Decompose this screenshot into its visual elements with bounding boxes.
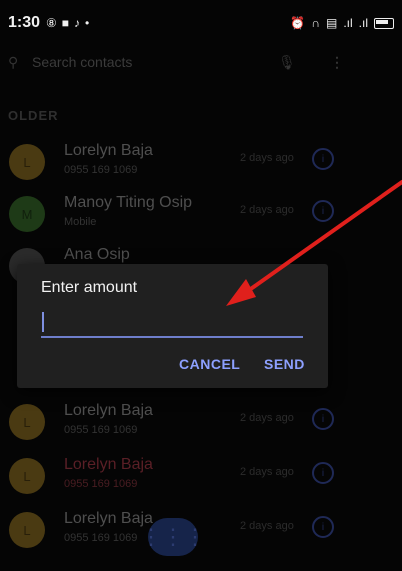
amount-input[interactable] bbox=[41, 308, 303, 338]
avatar: L bbox=[9, 404, 45, 440]
section-header: OLDER bbox=[8, 108, 59, 123]
info-icon[interactable]: i bbox=[312, 462, 334, 484]
search-icon: ⚲ bbox=[8, 53, 19, 70]
contact-name: Lorelyn Baja bbox=[64, 402, 153, 419]
list-item[interactable]: M Manoy Titing Osip Mobile 2 days ago i bbox=[0, 190, 402, 242]
avatar: M bbox=[9, 196, 45, 232]
search-bar[interactable]: ⚲ Search contacts 🎙 ⋮ bbox=[8, 46, 346, 78]
avatar: L bbox=[9, 512, 45, 548]
tiktok-icon: ♪ bbox=[74, 16, 81, 30]
contact-name: Manoy Titing Osip bbox=[64, 194, 193, 211]
facebook-icon: ■ bbox=[61, 16, 70, 30]
signal-icon: .ıl bbox=[343, 16, 353, 30]
signal-icon-2: .ıl bbox=[358, 16, 368, 30]
dialog-title: Enter amount bbox=[41, 279, 138, 296]
contact-number: 0955 169 1069 bbox=[64, 424, 138, 436]
notification-badge-icon: ⑧ bbox=[46, 16, 57, 30]
text-cursor bbox=[42, 312, 44, 332]
status-system-icons: ⏰ ∩ ▤ .ıl .ıl bbox=[290, 16, 394, 30]
status-bar: 1:30 ⑧ ■ ♪ • ⏰ ∩ ▤ .ıl .ıl bbox=[0, 0, 402, 46]
send-button[interactable]: SEND bbox=[264, 356, 305, 372]
headphones-icon: ∩ bbox=[311, 16, 320, 30]
contact-date: 2 days ago bbox=[240, 520, 294, 532]
dialpad-button[interactable]: ⋮⋮⋮ bbox=[140, 518, 206, 556]
info-icon[interactable]: i bbox=[312, 408, 334, 430]
contact-number: Mobile bbox=[64, 216, 97, 228]
list-item[interactable]: L Lorelyn Baja 0955 169 1069 2 days ago … bbox=[0, 452, 402, 504]
avatar: L bbox=[9, 458, 45, 494]
info-icon[interactable]: i bbox=[312, 200, 334, 222]
contact-number: 0955 169 1069 bbox=[64, 478, 138, 490]
dot-icon: • bbox=[85, 16, 90, 30]
more-options-icon[interactable]: ⋮ bbox=[330, 54, 344, 71]
contact-date: 2 days ago bbox=[240, 204, 294, 216]
list-item[interactable]: L Lorelyn Baja 0955 169 1069 2 days ago … bbox=[0, 138, 402, 190]
contact-date: 2 days ago bbox=[240, 152, 294, 164]
alarm-icon: ⏰ bbox=[290, 16, 306, 30]
status-time: 1:30 bbox=[8, 14, 41, 31]
contact-name: Lorelyn Baja bbox=[64, 142, 153, 159]
battery-icon bbox=[374, 17, 394, 29]
avatar: L bbox=[9, 144, 45, 180]
contact-date: 2 days ago bbox=[240, 412, 294, 424]
contact-name: Ana Osip bbox=[64, 246, 130, 263]
enter-amount-dialog: Enter amount CANCEL SEND bbox=[17, 264, 328, 388]
status-notification-icons: ⑧ ■ ♪ • bbox=[46, 16, 89, 30]
cast-icon: ▤ bbox=[325, 16, 338, 30]
contact-number: 0955 169 1069 bbox=[64, 532, 138, 544]
cancel-button[interactable]: CANCEL bbox=[179, 356, 240, 372]
mic-icon[interactable]: 🎙 bbox=[278, 54, 296, 71]
contact-date: 2 days ago bbox=[240, 466, 294, 478]
info-icon[interactable]: i bbox=[312, 516, 334, 538]
dialpad-icon: ⋮⋮⋮ bbox=[140, 524, 206, 549]
info-icon[interactable]: i bbox=[312, 148, 334, 170]
list-item[interactable]: L Lorelyn Baja 0955 169 1069 2 days ago … bbox=[0, 398, 402, 450]
search-input[interactable]: Search contacts bbox=[32, 54, 132, 70]
contact-name: Lorelyn Baja bbox=[64, 456, 153, 473]
contact-number: 0955 169 1069 bbox=[64, 164, 138, 176]
